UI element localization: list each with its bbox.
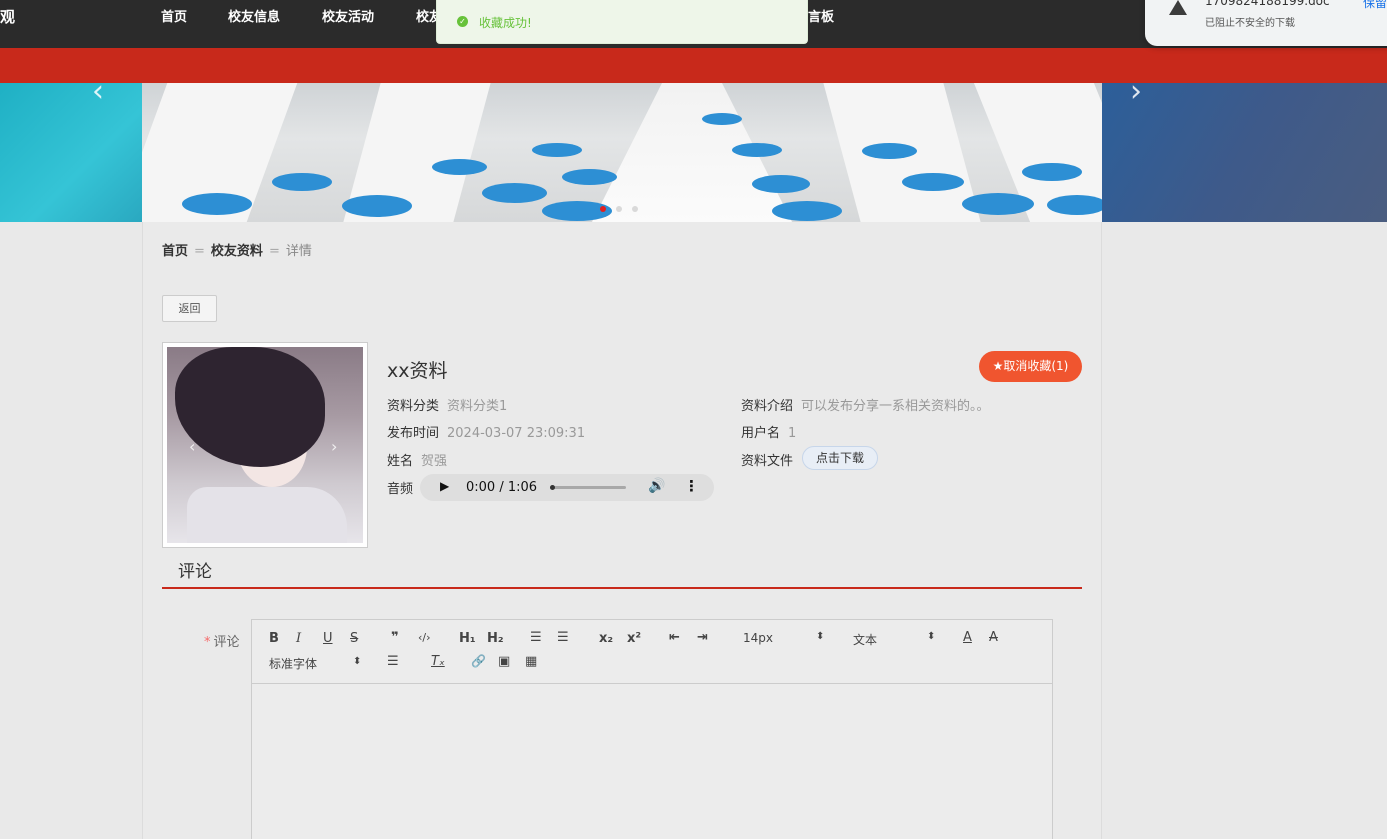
bullet-list-button[interactable]: ☰ [557,630,569,645]
play-icon[interactable]: ▶ [440,479,449,493]
warning-icon [1169,0,1187,15]
date-label: 发布时间 [387,426,440,441]
download-button[interactable]: 点击下载 [802,446,878,470]
font-family-select[interactable]: 标准字体 [269,655,317,672]
banner-dot[interactable] [600,206,606,212]
font-family-caret-icon[interactable]: ⬍ [353,656,361,667]
font-size-caret-icon[interactable]: ⬍ [816,631,824,642]
back-button[interactable]: 返回 [162,295,217,322]
nav-message-board[interactable]: 言板 [808,6,834,25]
link-button[interactable]: 🔗 [471,654,486,668]
banner-next-slide [1102,83,1387,222]
editor-text-area[interactable] [252,685,1052,839]
underline-button[interactable]: U [323,631,333,646]
username-field: 用户名 1 [741,422,796,441]
outdent-button[interactable]: ⇤ [669,630,680,645]
accent-bar [0,48,1387,83]
download-notice: 1709824188199.doc 已阻止不安全的下载 保留 [1145,0,1387,46]
indent-button[interactable]: ⇥ [697,630,708,645]
italic-button[interactable]: I [296,631,301,646]
breadcrumb-current: 详情 [285,244,312,259]
image-next-arrow-icon[interactable]: › [331,437,337,456]
file-field: 资料文件 [741,450,801,469]
success-toast: ✓ 收藏成功! [436,0,808,44]
clear-format-button[interactable]: Tₓ [431,654,445,669]
material-title: xx资料 [387,360,448,382]
breadcrumb: 首页 = 校友资料 = 详情 [162,240,312,259]
more-options-icon[interactable]: ⋮ [684,477,699,495]
banner-next-arrow-icon[interactable]: › [1130,74,1142,109]
audio-time: 0:00 / 1:06 [466,480,538,495]
audio-player: ▶ 0:00 / 1:06 🔊 ⋮ [420,474,714,501]
nav-alumni-info[interactable]: 校友信息 [228,6,280,25]
audio-label: 音频 [387,482,414,497]
banner-prev-arrow-icon[interactable]: ‹ [92,74,104,109]
breadcrumb-separator: = [268,244,280,259]
file-label: 资料文件 [741,454,794,469]
image-prev-arrow-icon[interactable]: ‹ [189,437,195,456]
banner-prev-slide [0,83,142,222]
image-button[interactable]: ▣ [498,654,510,669]
banner-dot[interactable] [632,206,638,212]
site-title: 观 [0,8,16,26]
date-value: 2024-03-07 23:09:31 [447,426,586,441]
download-blocked-text: 已阻止不安全的下载 [1205,18,1295,29]
category-field: 资料分类 资料分类1 [387,395,507,414]
rich-text-editor: B I U S ❞ ‹/› H₁ H₂ ☰ ☰ x₂ x² ⇤ ⇥ 14px ⬍… [251,619,1053,839]
date-field: 发布时间 2024-03-07 23:09:31 [387,422,585,441]
background-color-icon[interactable]: A [989,630,998,645]
font-size-select[interactable]: 14px [743,631,773,645]
subscript-button[interactable]: x₂ [599,631,613,646]
editor-toolbar: B I U S ❞ ‹/› H₁ H₂ ☰ ☰ x₂ x² ⇤ ⇥ 14px ⬍… [252,620,1052,684]
text-format-select[interactable]: 文本 [853,631,877,648]
volume-icon[interactable]: 🔊 [648,478,665,494]
nav-home[interactable]: 首页 [161,6,187,25]
intro-field: 资料介绍 可以发布分享一系相关资料的。。 [741,395,990,414]
check-circle-icon: ✓ [457,16,468,27]
required-mark: * [204,635,211,650]
username-label: 用户名 [741,426,781,441]
intro-label: 资料介绍 [741,399,794,414]
ordered-list-button[interactable]: ☰ [530,630,542,645]
align-button[interactable]: ☰ [387,654,399,669]
video-button[interactable]: ▦ [525,654,537,669]
download-filename: 1709824188199.doc [1205,0,1330,8]
material-image: ‹ › [162,342,368,548]
audio-field: 音频 [387,478,421,497]
breadcrumb-separator: = [194,244,205,259]
breadcrumb-home[interactable]: 首页 [162,244,188,259]
name-field: 姓名 贺强 [387,450,447,469]
h2-button[interactable]: H₂ [487,631,504,646]
code-block-button[interactable]: ‹/› [418,631,431,644]
superscript-button[interactable]: x² [627,631,641,646]
anime-portrait-image: ‹ › [167,347,363,543]
intro-value: 可以发布分享一系相关资料的。。 [801,399,990,414]
comment-heading: 评论 [178,562,212,582]
blockquote-button[interactable]: ❞ [391,630,399,645]
toast-message: 收藏成功! [479,16,532,30]
audio-seek-slider[interactable] [550,485,626,490]
h1-button[interactable]: H₁ [459,631,476,646]
banner-dots [600,201,648,216]
bold-button[interactable]: B [269,631,279,646]
banner-dot[interactable] [616,206,622,212]
comment-field-label: * 评论 [204,631,240,650]
category-label: 资料分类 [387,399,440,414]
name-label: 姓名 [387,454,414,469]
username-value: 1 [788,426,797,441]
nav-alumni-activities[interactable]: 校友活动 [322,6,374,25]
comment-label-text: 评论 [213,635,240,650]
text-format-caret-icon[interactable]: ⬍ [927,631,935,642]
keep-button[interactable]: 保留 [1363,0,1387,11]
name-value: 贺强 [421,454,448,469]
breadcrumb-section[interactable]: 校友资料 [211,244,263,259]
unfavorite-button[interactable]: ★取消收藏(1) [979,351,1082,382]
comment-divider [162,587,1082,589]
text-color-icon[interactable]: A [963,630,972,645]
strike-button[interactable]: S [350,631,358,646]
category-value: 资料分类1 [447,399,508,414]
